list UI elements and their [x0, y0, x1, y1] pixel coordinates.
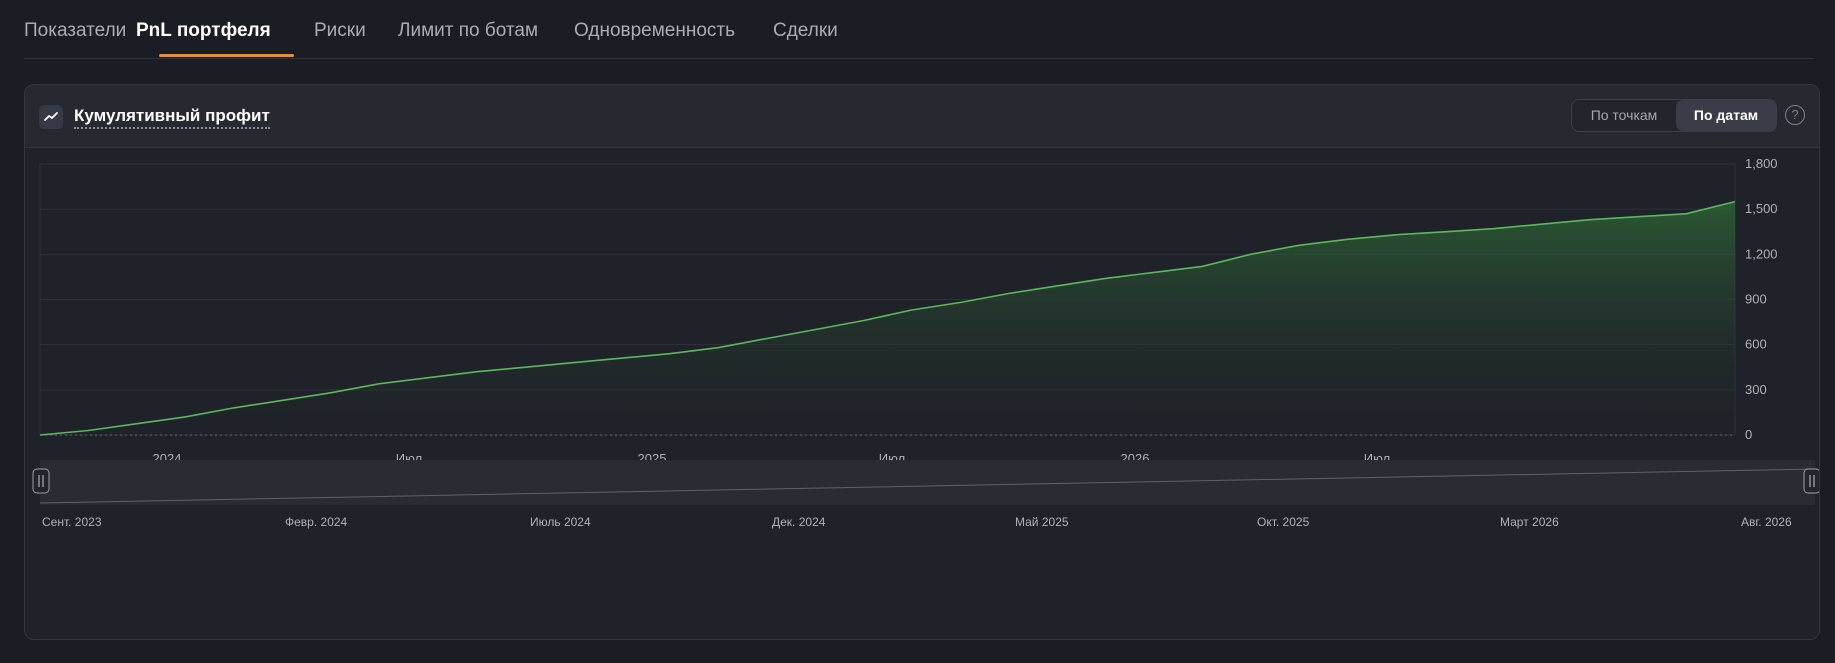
- navigator-date-label: Авг. 2026: [1741, 515, 1792, 529]
- y-tick-label: 1,200: [1745, 246, 1778, 261]
- tab-risks[interactable]: Риски: [314, 20, 366, 42]
- tab-concurrency[interactable]: Одновременность: [574, 20, 735, 42]
- active-tab-indicator: [159, 54, 294, 57]
- cumulative-profit-panel: Кумулятивный профит По точкам По датам ?…: [24, 84, 1820, 640]
- navigator-date-label: Март 2026: [1500, 515, 1559, 529]
- by-points-button[interactable]: По точкам: [1572, 100, 1676, 131]
- panel-title[interactable]: Кумулятивный профит: [74, 106, 270, 129]
- by-dates-button[interactable]: По датам: [1676, 100, 1776, 131]
- view-mode-toggle: По точкам По датам: [1571, 99, 1777, 132]
- navigator-date-label: Сент. 2023: [42, 515, 102, 529]
- navigator-date-label: Февр. 2024: [285, 515, 348, 529]
- navigator-date-label: Окт. 2025: [1257, 515, 1310, 529]
- profit-area: [40, 201, 1735, 435]
- tab-indicators[interactable]: Показатели: [24, 20, 126, 42]
- navigator-right-handle[interactable]: [1803, 468, 1819, 494]
- navigator-date-label: Дек. 2024: [772, 515, 826, 529]
- y-tick-label: 300: [1745, 382, 1767, 397]
- panel-header: Кумулятивный профит По точкам По датам ?: [25, 85, 1819, 148]
- tab-deals[interactable]: Сделки: [773, 20, 838, 42]
- tab-bar: Показатели PnL портфеля Риски Лимит по б…: [24, 0, 1814, 59]
- y-tick-label: 900: [1745, 292, 1767, 307]
- y-tick-label: 1,800: [1745, 156, 1778, 171]
- question-icon[interactable]: ?: [1785, 105, 1805, 125]
- y-tick-label: 600: [1745, 337, 1767, 352]
- line-chart-icon: [39, 105, 63, 129]
- y-tick-label: 1,500: [1745, 201, 1778, 216]
- cumulative-profit-chart: 1,8001,5001,2009006003000 2024 Июл 2025 Июл…: [32, 156, 1819, 529]
- tab-bot-limit[interactable]: Лимит по ботам: [398, 20, 538, 42]
- navigator-date-label: Май 2025: [1015, 515, 1069, 529]
- navigator-left-handle[interactable]: [32, 468, 50, 494]
- tab-portfolio-pnl[interactable]: PnL портфеля: [136, 20, 271, 42]
- navigator-date-label: Июль 2024: [530, 515, 591, 529]
- y-tick-label: 0: [1745, 427, 1752, 442]
